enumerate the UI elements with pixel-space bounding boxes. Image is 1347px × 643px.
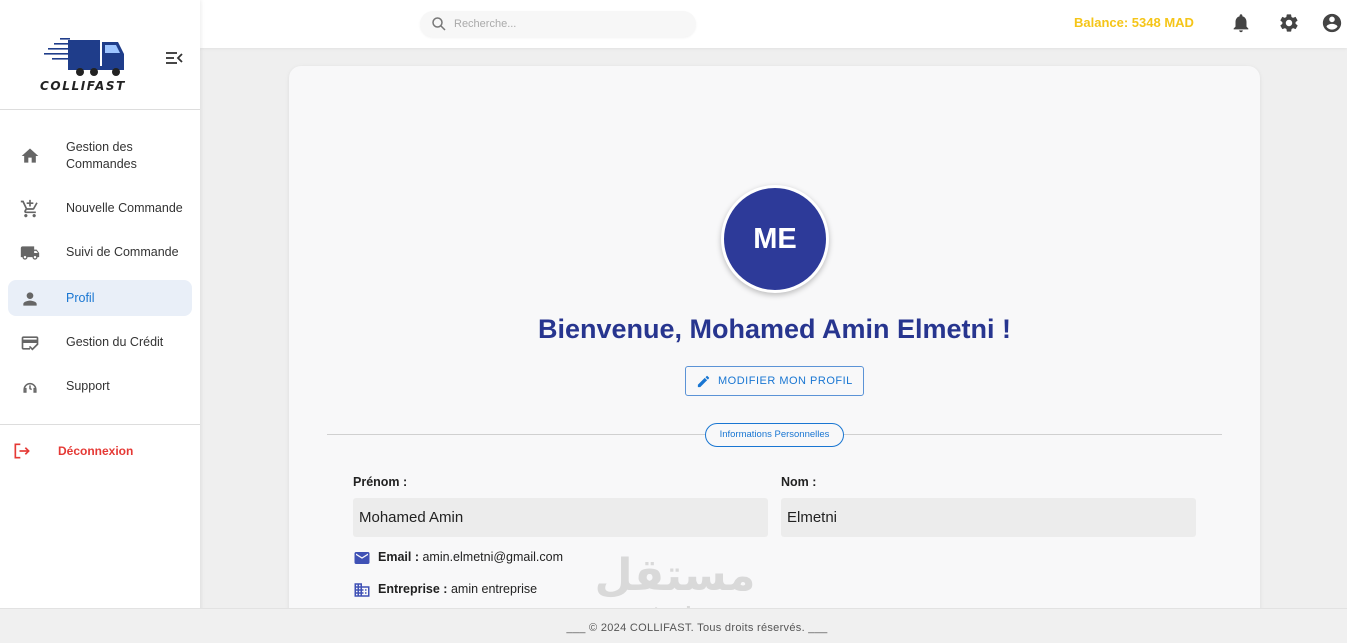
bell-icon[interactable] bbox=[1230, 12, 1252, 34]
brand-name: COLLIFAST bbox=[40, 79, 126, 93]
sidebar-item-label: Gestion du Crédit bbox=[66, 335, 164, 349]
gear-icon[interactable] bbox=[1278, 12, 1300, 34]
sidebar-item-label: Profil bbox=[66, 291, 95, 305]
truck-icon bbox=[20, 246, 40, 260]
email-value: amin.elmetni@gmail.com bbox=[422, 550, 563, 564]
sidebar-item-label: Nouvelle Commande bbox=[66, 201, 183, 215]
email-label: Email : bbox=[378, 550, 419, 564]
logout-icon bbox=[14, 443, 30, 459]
footer: ___ © 2024 COLLIFAST. Tous droits réserv… bbox=[0, 608, 1347, 643]
brand-area: COLLIFAST bbox=[0, 0, 200, 110]
sidebar-item-nouvelle-commande[interactable]: Nouvelle Commande bbox=[8, 190, 192, 226]
credit-card-icon bbox=[21, 336, 39, 351]
sidebar-divider bbox=[0, 424, 200, 425]
business-icon bbox=[354, 583, 370, 597]
account-circle-icon[interactable] bbox=[1321, 12, 1343, 34]
edit-profile-label: MODIFIER MON PROFIL bbox=[718, 375, 853, 387]
last-name-field[interactable] bbox=[781, 498, 1196, 537]
logout-label: Déconnexion bbox=[58, 444, 134, 458]
footer-copyright: ___ © 2024 COLLIFAST. Tous droits réserv… bbox=[566, 622, 828, 634]
search-icon bbox=[432, 17, 446, 31]
first-name-label: Prénom : bbox=[353, 475, 408, 489]
sidebar-item-profil[interactable]: Profil bbox=[8, 280, 192, 316]
sidebar-item-suivi-commande[interactable]: Suivi de Commande bbox=[8, 234, 192, 270]
first-name-field[interactable] bbox=[353, 498, 768, 537]
sidebar-item-label: Suivi de Commande bbox=[66, 245, 179, 259]
collapse-menu-icon[interactable] bbox=[164, 48, 184, 68]
profile-card: ME Bienvenue, Mohamed Amin Elmetni ! MOD… bbox=[289, 66, 1260, 626]
cart-add-icon bbox=[20, 199, 38, 218]
logout-button[interactable]: Déconnexion bbox=[8, 437, 192, 463]
sidebar: COLLIFAST Gestion des Commandes Nouvelle… bbox=[0, 0, 200, 643]
sidebar-item-label: Gestion des Commandes bbox=[66, 140, 137, 171]
company-label: Entreprise : bbox=[378, 582, 448, 596]
search-input[interactable] bbox=[454, 15, 684, 33]
support-icon bbox=[23, 382, 37, 393]
company-value: amin entreprise bbox=[450, 582, 538, 596]
balance-display: Balance: 5348 MAD bbox=[1074, 15, 1194, 30]
last-name-label: Nom : bbox=[781, 475, 817, 489]
sidebar-item-support[interactable]: Support bbox=[8, 368, 192, 404]
pencil-icon bbox=[697, 375, 710, 388]
topbar: Balance: 5348 MAD bbox=[200, 0, 1347, 48]
search-box[interactable] bbox=[420, 11, 696, 37]
sidebar-item-gestion-credit[interactable]: Gestion du Crédit bbox=[8, 324, 192, 360]
avatar: ME bbox=[721, 185, 829, 293]
person-icon bbox=[23, 292, 37, 306]
home-icon bbox=[21, 148, 39, 163]
mail-icon bbox=[354, 552, 370, 564]
sidebar-item-gestion-commandes[interactable]: Gestion des Commandes bbox=[8, 136, 192, 176]
sidebar-item-label: Support bbox=[66, 379, 110, 393]
page-title: Bienvenue, Mohamed Amin Elmetni ! bbox=[537, 314, 1012, 344]
section-chip: Informations Personnelles bbox=[705, 423, 844, 447]
edit-profile-button[interactable]: MODIFIER MON PROFIL bbox=[685, 366, 864, 396]
